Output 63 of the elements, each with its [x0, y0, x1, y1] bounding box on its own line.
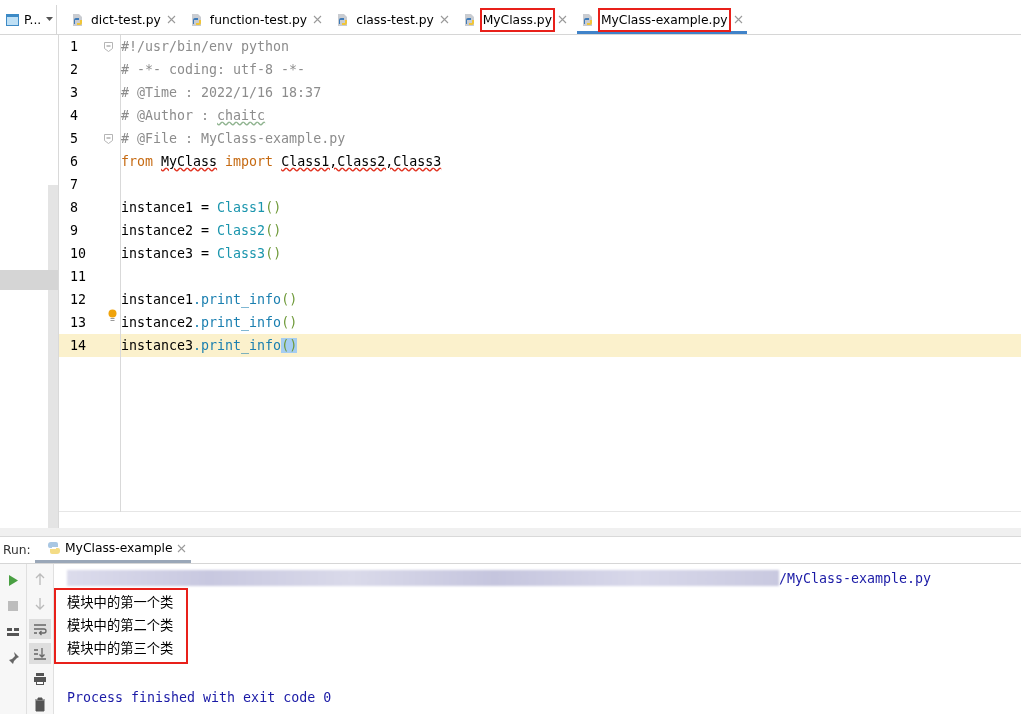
code-line: # @File : MyClass-example.py: [120, 131, 346, 146]
close-icon[interactable]: [176, 543, 186, 553]
line-number: 9: [69, 223, 79, 238]
line-number: 1: [69, 39, 79, 54]
line-number: 13: [69, 315, 87, 330]
code-line: # -*- coding: utf-8 -*-: [120, 62, 306, 77]
close-icon[interactable]: [733, 15, 743, 24]
line-number: 2: [69, 62, 79, 77]
line-number: 11: [69, 269, 87, 284]
close-icon[interactable]: [439, 15, 449, 24]
output-line: 模块中的第二个类: [67, 617, 174, 635]
run-label: Run:: [2, 543, 32, 559]
output-line: 模块中的第三个类: [67, 640, 174, 658]
tab-label: dict-test.py: [90, 11, 162, 29]
dropdown-icon[interactable]: [46, 17, 54, 22]
close-icon[interactable]: [557, 15, 567, 24]
line-number: 8: [69, 200, 79, 215]
line-number: 3: [69, 85, 79, 100]
project-tab[interactable]: P...: [0, 5, 57, 34]
command-path: /MyClass-example.py: [779, 570, 932, 586]
line-number: 12: [69, 292, 87, 307]
project-tab-label: P...: [24, 12, 42, 27]
fold-marker-icon[interactable]: [104, 41, 113, 52]
line-number: 6: [69, 154, 79, 169]
code-line: instance2.print_info(): [114, 315, 298, 330]
python-file-icon: [189, 12, 204, 27]
fold-marker-icon[interactable]: [104, 133, 113, 144]
editor-tab[interactable]: function-test.py: [185, 5, 327, 34]
line-number: 5: [69, 131, 79, 146]
code-line: instance3 = Class3(): [120, 246, 282, 261]
window-icon: [6, 13, 19, 26]
close-icon[interactable]: [166, 15, 176, 24]
tab-label: MyClass.py: [479, 7, 555, 32]
editor-tab[interactable]: MyClass.py: [458, 5, 571, 34]
code-line: instance1.print_info(): [120, 292, 298, 307]
code-line: from MyClass import Class1,Class2,Class3: [120, 154, 442, 169]
line-number: 4: [69, 108, 79, 123]
run-tab[interactable]: MyClass-example: [35, 541, 191, 563]
soft-wrap-icon[interactable]: [29, 618, 51, 640]
line-number: 14: [69, 338, 87, 353]
editor-tab[interactable]: class-test.py: [332, 5, 453, 34]
code-line: # @Time : 2022/1/16 18:37: [120, 85, 322, 100]
tab-label: class-test.py: [355, 11, 435, 29]
scroll-to-end-icon[interactable]: [29, 643, 51, 665]
python-file-icon: [71, 12, 85, 27]
code-line: instance2 = Class2(): [120, 223, 282, 238]
line-number: 10: [69, 246, 87, 261]
python-file-icon: [462, 12, 477, 27]
tab-label: MyClass-example.py: [597, 7, 731, 32]
exit-message: Process finished with exit code 0: [67, 690, 333, 705]
python-icon: [47, 541, 61, 555]
python-file-icon: [580, 12, 595, 27]
line-number: 7: [69, 177, 79, 192]
lightbulb-icon[interactable]: [108, 309, 117, 321]
output-line: 模块中的第一个类: [67, 594, 174, 612]
code-line: instance1 = Class1(): [120, 200, 282, 215]
tab-label: function-test.py: [208, 11, 309, 29]
editor-tab[interactable]: MyClass-example.py: [576, 5, 747, 34]
code-line: #!/usr/bin/env python: [120, 39, 290, 54]
code-line: instance3.print_info(): [120, 338, 298, 353]
close-icon[interactable]: [313, 15, 323, 24]
code-line: # @Author : chaitc: [120, 108, 266, 123]
editor-tab[interactable]: dict-test.py: [67, 5, 180, 34]
